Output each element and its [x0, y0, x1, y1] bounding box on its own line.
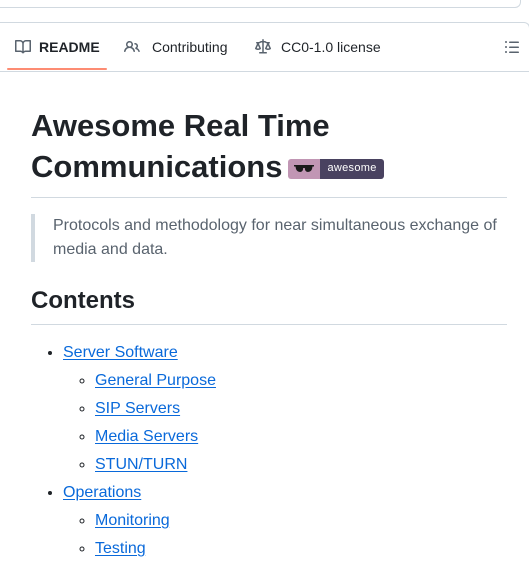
- description-text: Protocols and methodology for near simul…: [53, 217, 497, 258]
- toc-link-server-software[interactable]: Server Software: [63, 344, 178, 361]
- toc-subitem: Media Servers: [95, 425, 507, 449]
- readme-tabbar: README Contributing CC0-1.0 license: [0, 23, 529, 72]
- toc-subitem: STUN/TURN: [95, 453, 507, 477]
- toc-subitem: General Purpose: [95, 369, 507, 393]
- toc-link-monitoring[interactable]: Monitoring: [95, 512, 170, 529]
- toc-subitem: Monitoring: [95, 509, 507, 533]
- file-list-box: [0, 0, 521, 8]
- table-of-contents: Server Software General Purpose SIP Serv…: [31, 341, 507, 561]
- contents-heading: Contents: [31, 286, 507, 325]
- readme-description: Protocols and methodology for near simul…: [31, 214, 507, 262]
- toc-link-operations[interactable]: Operations: [63, 484, 141, 501]
- tab-license[interactable]: CC0-1.0 license: [255, 23, 381, 71]
- readme-title: Awesome Real Time Communications awesome: [31, 93, 507, 198]
- awesome-badge-label: awesome: [320, 158, 384, 179]
- readme-panel: README Contributing CC0-1.0 license Awes…: [0, 22, 529, 557]
- tab-license-label: CC0-1.0 license: [281, 39, 381, 55]
- toc-sublist: General Purpose SIP Servers Media Server…: [63, 369, 507, 477]
- toc-link-testing[interactable]: Testing: [95, 540, 146, 557]
- toc-link-sip-servers[interactable]: SIP Servers: [95, 400, 180, 417]
- sunglasses-icon: [288, 158, 321, 179]
- readme-title-text: Awesome Real Time Communications: [31, 108, 330, 184]
- readme-content: Awesome Real Time Communications awesome…: [31, 93, 507, 561]
- outline-button[interactable]: [502, 37, 522, 57]
- toc-link-media-servers[interactable]: Media Servers: [95, 428, 198, 445]
- list-unordered-icon: [505, 41, 519, 53]
- people-icon: [124, 40, 140, 53]
- toc-subitem: SIP Servers: [95, 397, 507, 421]
- toc-link-general-purpose[interactable]: General Purpose: [95, 372, 216, 389]
- toc-link-stun-turn[interactable]: STUN/TURN: [95, 456, 187, 473]
- tab-contributing[interactable]: Contributing: [124, 23, 228, 71]
- awesome-badge[interactable]: awesome: [288, 158, 384, 179]
- toc-sublist: Monitoring Testing: [63, 509, 507, 561]
- law-icon: [255, 39, 271, 54]
- active-tab-indicator: [7, 68, 107, 70]
- tab-contributing-label: Contributing: [152, 39, 228, 55]
- toc-item: Server Software General Purpose SIP Serv…: [63, 341, 507, 477]
- book-icon: [15, 39, 31, 54]
- toc-subitem: Testing: [95, 537, 507, 561]
- toc-item: Operations Monitoring Testing: [63, 481, 507, 561]
- tab-readme-label: README: [39, 39, 100, 55]
- previous-panel-edge: [0, 0, 529, 22]
- tab-readme[interactable]: README: [15, 23, 100, 71]
